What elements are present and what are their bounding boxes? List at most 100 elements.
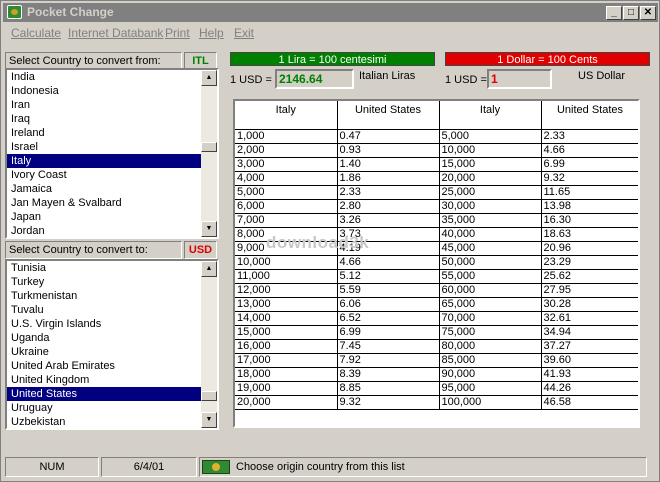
table-row: 3,000 1.40 15,000 6.99 xyxy=(235,157,638,172)
scrollbar-thumb[interactable] xyxy=(201,142,217,152)
list-item[interactable]: Ukraine xyxy=(7,345,217,359)
table-cell: 11.65 xyxy=(541,185,638,200)
to-list-scrollbar[interactable]: ▲ ▼ xyxy=(201,261,217,428)
table-cell: 60,000 xyxy=(439,283,542,298)
column-header: Italy xyxy=(439,101,542,130)
list-item[interactable]: Jordan xyxy=(7,224,217,237)
scrollbar-thumb[interactable] xyxy=(201,391,217,401)
list-item[interactable]: United States xyxy=(7,387,217,401)
list-item[interactable]: United Arab Emirates xyxy=(7,359,217,373)
table-cell: 1,000 xyxy=(235,129,338,144)
from-usd-label: 1 USD = xyxy=(230,74,272,86)
app-money-icon xyxy=(7,5,22,19)
maximize-button[interactable]: □ xyxy=(623,6,639,20)
table-cell: 6.99 xyxy=(337,325,440,340)
from-country-list[interactable]: India Indonesia Iran Iraq Ireland Israel Italy… xyxy=(5,68,219,239)
list-item[interactable]: Iraq xyxy=(7,112,217,126)
list-item[interactable]: Tuvalu xyxy=(7,303,217,317)
table-cell: 7,000 xyxy=(235,213,338,228)
list-item[interactable]: Jamaica xyxy=(7,182,217,196)
from-list-scrollbar[interactable]: ▲ ▼ xyxy=(201,70,217,237)
column-header: United States xyxy=(541,101,638,130)
list-item[interactable]: Italy xyxy=(7,154,217,168)
list-item[interactable]: India xyxy=(7,70,217,84)
table-cell: 18.63 xyxy=(541,227,638,242)
table-cell: 44.26 xyxy=(541,381,638,396)
table-cell: 65,000 xyxy=(439,297,542,312)
list-item[interactable]: Turkmenistan xyxy=(7,289,217,303)
table-cell: 1.40 xyxy=(337,157,440,172)
to-country-label: Select Country to convert to: xyxy=(5,241,182,259)
table-cell: 70,000 xyxy=(439,311,542,326)
table-cell: 80,000 xyxy=(439,339,542,354)
table-row: 5,000 2.33 25,000 11.65 xyxy=(235,185,638,200)
table-row: 16,000 7.45 80,000 37.27 xyxy=(235,339,638,354)
to-country-list[interactable]: Tunisia Turkey Turkmenistan Tuvalu U.S. Virg… xyxy=(5,259,219,430)
table-cell: 34.94 xyxy=(541,325,638,340)
scroll-up-arrow-icon[interactable]: ▲ xyxy=(201,261,217,277)
conversion-table: Italy United States Italy United States … xyxy=(235,101,638,410)
table-cell: 10,000 xyxy=(439,143,542,158)
to-currency-code: USD xyxy=(184,241,217,259)
menu-bar: Calculate Internet Databank Print Help E… xyxy=(3,23,658,43)
table-row: 12,000 5.59 60,000 27.95 xyxy=(235,283,638,298)
list-item[interactable]: Iran xyxy=(7,98,217,112)
list-item[interactable]: Japan xyxy=(7,210,217,224)
list-item[interactable]: Jan Mayen & Svalbard xyxy=(7,196,217,210)
table-row: 1,000 0.47 5,000 2.33 xyxy=(235,129,638,144)
list-item[interactable]: Ireland xyxy=(7,126,217,140)
to-usd-label: 1 USD = xyxy=(445,74,487,86)
list-item[interactable]: Indonesia xyxy=(7,84,217,98)
table-cell: 20.96 xyxy=(541,241,638,256)
minimize-button[interactable]: _ xyxy=(606,6,622,20)
menu-internet-databank[interactable]: Internet Databank xyxy=(68,26,163,40)
num-lock-indicator: NUM xyxy=(5,457,99,477)
from-rate-field[interactable]: 2146.64 xyxy=(275,69,354,89)
from-unit-bar: 1 Lira = 100 centesimi xyxy=(230,52,435,66)
scroll-up-arrow-icon[interactable]: ▲ xyxy=(201,70,217,86)
menu-print[interactable]: Print xyxy=(165,26,190,40)
list-item[interactable]: Ivory Coast xyxy=(7,168,217,182)
table-cell: 95,000 xyxy=(439,381,542,396)
list-item[interactable]: Israel xyxy=(7,140,217,154)
list-item[interactable]: Turkey xyxy=(7,275,217,289)
menu-exit[interactable]: Exit xyxy=(234,26,254,40)
list-item[interactable]: Uganda xyxy=(7,331,217,345)
list-item[interactable]: Tunisia xyxy=(7,261,217,275)
status-bar: NUM 6/4/01 Choose origin country from th… xyxy=(1,455,660,481)
table-cell: 25,000 xyxy=(439,185,542,200)
scroll-down-arrow-icon[interactable]: ▼ xyxy=(201,412,217,428)
table-cell: 3.26 xyxy=(337,213,440,228)
table-cell: 7.92 xyxy=(337,353,440,368)
table-cell: 11,000 xyxy=(235,269,338,284)
table-cell: 5,000 xyxy=(439,129,542,144)
conversion-table-container: Italy United States Italy United States … xyxy=(233,99,640,428)
table-cell: 0.93 xyxy=(337,143,440,158)
table-cell: 17,000 xyxy=(235,353,338,368)
table-row: 4,000 1.86 20,000 9.32 xyxy=(235,171,638,186)
table-cell: 45,000 xyxy=(439,241,542,256)
status-message: Choose origin country from this list xyxy=(236,461,405,473)
list-item[interactable]: United Kingdom xyxy=(7,373,217,387)
table-cell: 5.59 xyxy=(337,283,440,298)
watermark-text: download3k xyxy=(266,233,370,252)
menu-calculate[interactable]: Calculate xyxy=(11,26,61,40)
close-button[interactable]: ✕ xyxy=(640,6,656,20)
menu-help[interactable]: Help xyxy=(199,26,224,40)
title-bar[interactable]: Pocket Change _ □ ✕ xyxy=(3,3,658,22)
list-item[interactable]: Uruguay xyxy=(7,401,217,415)
table-cell: 75,000 xyxy=(439,325,542,340)
table-row: 19,000 8.85 95,000 44.26 xyxy=(235,381,638,396)
list-item[interactable]: U.S. Virgin Islands xyxy=(7,317,217,331)
table-cell: 4.66 xyxy=(541,143,638,158)
list-item[interactable]: Uzbekistan xyxy=(7,415,217,428)
table-cell: 13.98 xyxy=(541,199,638,214)
scroll-down-arrow-icon[interactable]: ▼ xyxy=(201,221,217,237)
table-row: 13,000 6.06 65,000 30.28 xyxy=(235,297,638,312)
to-rate-field[interactable]: 1 xyxy=(487,69,552,89)
table-cell: 15,000 xyxy=(439,157,542,172)
table-row: 20,000 9.32 100,000 46.58 xyxy=(235,395,638,410)
table-cell: 20,000 xyxy=(439,171,542,186)
table-cell: 12,000 xyxy=(235,283,338,298)
table-row: 11,000 5.12 55,000 25.62 xyxy=(235,269,638,284)
